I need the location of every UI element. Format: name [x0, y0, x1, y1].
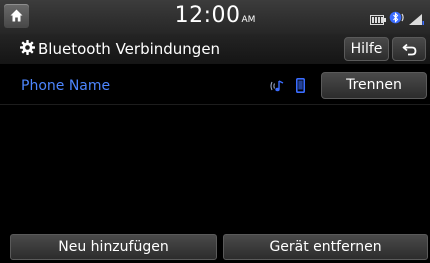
back-arrow-icon [402, 43, 417, 56]
phone-icon [296, 78, 305, 93]
back-button[interactable] [392, 37, 426, 61]
page-title: Bluetooth Verbindungen [38, 40, 221, 58]
remove-device-button[interactable]: Gerät entfernen [223, 234, 428, 260]
add-new-device-button[interactable]: Neu hinzufügen [10, 234, 217, 260]
status-bar: 12:00AM [0, 0, 430, 34]
audio-streaming-icon [270, 80, 284, 92]
clock-time: 12:00 [174, 3, 241, 28]
gear-icon [20, 40, 35, 55]
clock-ampm: AM [241, 15, 256, 25]
help-button[interactable]: Hilfe [344, 37, 389, 61]
device-name: Phone Name [21, 78, 111, 94]
clock: 12:00AM [0, 3, 430, 33]
battery-icon [370, 10, 386, 29]
disconnect-button[interactable]: Trennen [321, 72, 427, 99]
bluetooth-audio-icon [389, 9, 406, 28]
signal-icon [409, 10, 424, 29]
